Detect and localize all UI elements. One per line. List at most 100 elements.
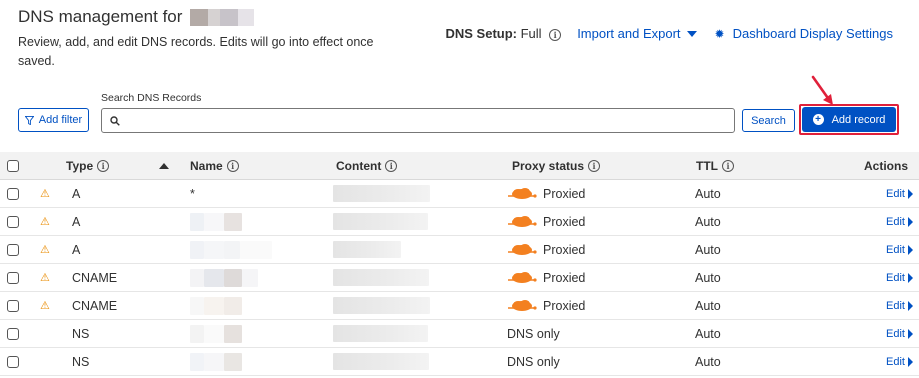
- column-proxy-status[interactable]: Proxy status i: [512, 152, 601, 179]
- record-type: NS: [72, 326, 90, 341]
- column-ttl-label: TTL: [696, 158, 718, 173]
- proxy-status[interactable]: Proxied: [507, 292, 585, 319]
- record-content-redacted: [333, 348, 429, 375]
- table-row[interactable]: ⚠ A Proxied Auto Edit: [0, 208, 919, 236]
- record-type: CNAME: [72, 298, 118, 313]
- record-ttl: Auto: [695, 186, 721, 201]
- warning-icon[interactable]: ⚠: [40, 180, 50, 207]
- edit-record-button[interactable]: Edit: [886, 208, 913, 235]
- edit-label: Edit: [886, 271, 905, 284]
- column-name[interactable]: Name i: [190, 152, 239, 179]
- cloud-icon: [508, 243, 537, 255]
- edit-record-button[interactable]: Edit: [886, 180, 913, 207]
- import-export-label: Import and Export: [577, 26, 681, 41]
- edit-record-button[interactable]: Edit: [886, 320, 913, 347]
- column-actions: Actions: [863, 158, 908, 173]
- search-button[interactable]: Search: [742, 109, 795, 132]
- row-checkbox[interactable]: [7, 328, 19, 340]
- chevron-right-icon: [908, 244, 913, 255]
- proxy-status[interactable]: Proxied: [507, 208, 585, 235]
- table-row[interactable]: NS DNS only Auto Edit: [0, 348, 919, 376]
- row-checkbox[interactable]: [7, 272, 19, 284]
- warning-icon[interactable]: ⚠: [40, 236, 50, 263]
- warning-icon[interactable]: ⚠: [40, 264, 50, 291]
- info-icon[interactable]: i: [549, 28, 562, 41]
- proxy-status-label: Proxied: [543, 214, 586, 229]
- column-name-label: Name: [190, 158, 223, 173]
- edit-label: Edit: [886, 355, 905, 368]
- chevron-right-icon: [908, 356, 913, 367]
- sort-ascending-icon[interactable]: [159, 163, 169, 169]
- page-title-text: DNS management for: [18, 7, 183, 26]
- add-record-button[interactable]: + Add record: [802, 107, 896, 132]
- column-content[interactable]: Content i: [336, 152, 398, 179]
- proxy-status[interactable]: Proxied: [507, 264, 585, 291]
- row-checkbox[interactable]: [7, 356, 19, 368]
- edit-record-button[interactable]: Edit: [886, 236, 913, 263]
- info-icon: i: [226, 159, 239, 172]
- add-filter-button[interactable]: Add filter: [18, 108, 89, 132]
- dashboard-settings-link[interactable]: ✹ Dashboard Display Settings: [715, 26, 893, 41]
- row-checkbox[interactable]: [7, 216, 19, 228]
- record-type: NS: [72, 354, 90, 369]
- page-subtitle: Review, add, and edit DNS records. Edits…: [18, 35, 374, 68]
- record-content-redacted: [333, 320, 428, 347]
- record-name: *: [190, 180, 195, 207]
- record-name: [190, 264, 258, 291]
- edit-record-button[interactable]: Edit: [886, 292, 913, 319]
- plus-circle-icon: +: [812, 114, 824, 125]
- row-checkbox[interactable]: [7, 188, 19, 200]
- cloud-icon: [508, 271, 537, 283]
- edit-record-button[interactable]: Edit: [886, 264, 913, 291]
- search-label: Search DNS Records: [101, 92, 202, 104]
- select-all-checkbox[interactable]: [7, 160, 19, 172]
- record-content-redacted: [333, 292, 430, 319]
- chevron-right-icon: [908, 216, 913, 227]
- proxy-status[interactable]: Proxied: [507, 236, 585, 263]
- dns-setup: DNS Setup: Full i: [445, 26, 562, 41]
- chevron-right-icon: [908, 188, 913, 199]
- proxy-status-label: DNS only: [507, 354, 560, 369]
- record-ttl: Auto: [695, 242, 721, 257]
- table-row[interactable]: NS DNS only Auto Edit: [0, 320, 919, 348]
- table-row[interactable]: ⚠ CNAME Proxied Auto Edit: [0, 292, 919, 320]
- record-ttl: Auto: [695, 214, 721, 229]
- record-name-text: *: [190, 186, 195, 201]
- dns-records-table: Type i Name i Content i Proxy status i TTL i …: [0, 152, 919, 376]
- column-type[interactable]: Type i: [66, 152, 110, 179]
- proxy-status-label: Proxied: [543, 270, 586, 285]
- column-type-label: Type: [66, 158, 94, 173]
- record-type: A: [72, 214, 81, 229]
- add-record-label: Add record: [831, 113, 886, 126]
- proxy-status-label: Proxied: [543, 186, 586, 201]
- chevron-right-icon: [908, 272, 913, 283]
- edit-label: Edit: [886, 327, 905, 340]
- warning-icon[interactable]: ⚠: [40, 292, 50, 319]
- record-name: [190, 208, 242, 235]
- warning-icon[interactable]: ⚠: [40, 208, 50, 235]
- proxy-status-label: Proxied: [543, 298, 586, 313]
- record-content-redacted: [333, 180, 430, 207]
- column-proxy-label: Proxy status: [512, 158, 585, 173]
- record-type: A: [72, 242, 81, 257]
- table-row[interactable]: ⚠ A * Proxied Auto Edit: [0, 180, 919, 208]
- search-input[interactable]: [126, 109, 734, 132]
- chevron-right-icon: [908, 300, 913, 311]
- caret-down-icon: [686, 30, 697, 37]
- cloud-icon: [508, 299, 537, 311]
- edit-record-button[interactable]: Edit: [886, 348, 913, 375]
- proxy-status[interactable]: DNS only: [507, 348, 560, 375]
- import-export-dropdown[interactable]: Import and Export: [577, 26, 697, 41]
- edit-label: Edit: [886, 299, 905, 312]
- add-filter-label: Add filter: [38, 114, 83, 126]
- proxy-status[interactable]: Proxied: [507, 180, 585, 207]
- table-row[interactable]: ⚠ CNAME Proxied Auto Edit: [0, 264, 919, 292]
- proxy-status[interactable]: DNS only: [507, 320, 560, 347]
- row-checkbox[interactable]: [7, 244, 19, 256]
- column-ttl[interactable]: TTL i: [696, 152, 734, 179]
- edit-label: Edit: [886, 243, 905, 256]
- table-row[interactable]: ⚠ A Proxied Auto Edit: [0, 236, 919, 264]
- proxy-status-label: DNS only: [507, 326, 560, 341]
- record-type: CNAME: [72, 270, 118, 285]
- row-checkbox[interactable]: [7, 300, 19, 312]
